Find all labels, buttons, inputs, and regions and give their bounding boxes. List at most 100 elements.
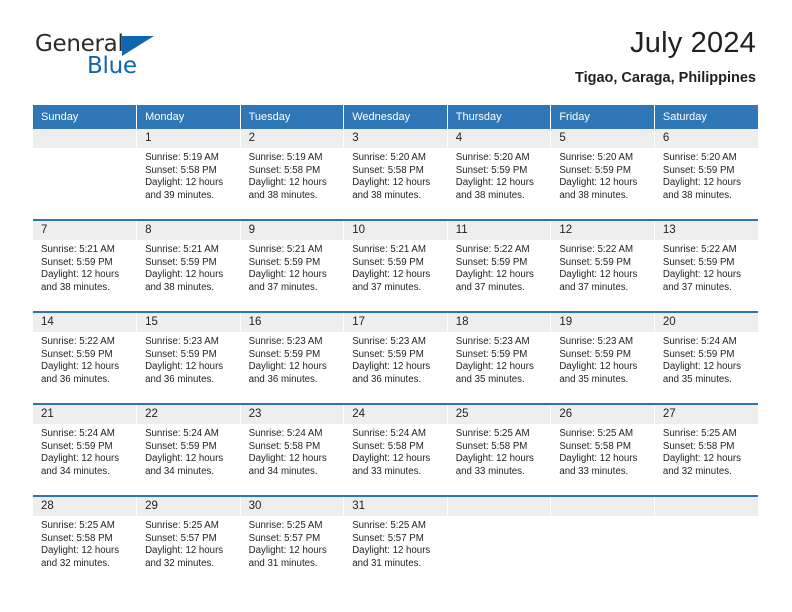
day-daylight-2-text: and 35 minutes. bbox=[662, 373, 732, 385]
day-number: 1 bbox=[137, 129, 240, 148]
calendar-day-cell[interactable]: 13 Sunrise: 5:22 AM Sunset: 5:59 PM Dayligh… bbox=[654, 219, 758, 312]
day-cell-content: 22 Sunrise: 5:24 AM Sunset: 5:59 PM Dayligh… bbox=[137, 405, 240, 495]
calendar-day-cell[interactable]: 3 Sunrise: 5:20 AM Sunset: 5:58 PM Daylight… bbox=[343, 129, 448, 220]
day-cell-content: 21 Sunrise: 5:24 AM Sunset: 5:59 PM Dayligh… bbox=[33, 405, 137, 495]
day-cell-content: 2 Sunrise: 5:19 AM Sunset: 5:58 PM Daylight… bbox=[240, 129, 344, 219]
day-sunset-text: Sunset: 5:59 PM bbox=[455, 348, 528, 360]
calendar-day-cell[interactable]: 8 Sunrise: 5:21 AM Sunset: 5:59 PM Daylight… bbox=[136, 219, 241, 312]
day-sun-info: Sunrise: 5:25 AM Sunset: 5:57 PM Daylight:… bbox=[241, 516, 344, 570]
day-sunrise-text: Sunrise: 5:24 AM bbox=[662, 336, 737, 347]
day-sunrise-text: Sunrise: 5:20 AM bbox=[559, 152, 634, 163]
day-daylight-2-text: and 38 minutes. bbox=[41, 281, 110, 293]
day-daylight-2-text: and 36 minutes. bbox=[145, 373, 214, 385]
day-daylight-1-text: Daylight: 12 hours bbox=[559, 269, 638, 281]
calendar-day-cell[interactable]: 16 Sunrise: 5:23 AM Sunset: 5:59 PM Dayligh… bbox=[240, 311, 345, 404]
day-cell-content: 12 Sunrise: 5:22 AM Sunset: 5:59 PM Dayligh… bbox=[551, 221, 654, 311]
brand-name-blue: Blue bbox=[87, 53, 137, 79]
day-daylight-2-text: and 35 minutes. bbox=[559, 373, 629, 385]
day-number: 21 bbox=[33, 405, 137, 424]
day-sunset-text: Sunset: 5:58 PM bbox=[248, 440, 321, 452]
day-sunrise-text: Sunrise: 5:25 AM bbox=[559, 428, 634, 439]
day-sunset-text: Sunset: 5:59 PM bbox=[352, 348, 424, 360]
day-daylight-2-text: and 35 minutes. bbox=[455, 373, 525, 385]
calendar-day-cell[interactable]: 30 Sunrise: 5:25 AM Sunset: 5:57 PM Dayligh… bbox=[240, 495, 345, 587]
calendar-day-cell[interactable]: 27 Sunrise: 5:25 AM Sunset: 5:58 PM Dayligh… bbox=[654, 403, 758, 496]
day-sunset-text: Sunset: 5:59 PM bbox=[662, 256, 735, 268]
day-sun-info: Sunrise: 5:22 AM Sunset: 5:59 PM Daylight:… bbox=[655, 240, 758, 294]
day-sunset-text: Sunset: 5:59 PM bbox=[662, 348, 735, 360]
day-daylight-2-text: and 39 minutes. bbox=[145, 189, 214, 201]
calendar-day-cell[interactable]: 18 Sunrise: 5:23 AM Sunset: 5:59 PM Dayligh… bbox=[447, 311, 552, 404]
day-sunrise-text: Sunrise: 5:21 AM bbox=[352, 244, 426, 255]
calendar-day-cell[interactable]: 9 Sunrise: 5:21 AM Sunset: 5:59 PM Daylight… bbox=[240, 219, 345, 312]
day-number: 14 bbox=[33, 313, 137, 332]
day-daylight-1-text: Daylight: 12 hours bbox=[41, 453, 120, 465]
day-daylight-2-text: and 38 minutes. bbox=[145, 281, 214, 293]
day-sunset-text: Sunset: 5:59 PM bbox=[145, 256, 217, 268]
calendar-day-cell[interactable]: 20 Sunrise: 5:24 AM Sunset: 5:59 PM Dayligh… bbox=[654, 311, 758, 404]
day-daylight-2-text: and 38 minutes. bbox=[352, 189, 422, 201]
general-blue-logo[interactable]: General Blue bbox=[35, 33, 165, 81]
calendar-day-cell[interactable]: 15 Sunrise: 5:23 AM Sunset: 5:59 PM Dayligh… bbox=[136, 311, 241, 404]
calendar-day-cell[interactable]: 23 Sunrise: 5:24 AM Sunset: 5:58 PM Dayligh… bbox=[240, 403, 345, 496]
day-sun-info: Sunrise: 5:25 AM Sunset: 5:57 PM Daylight:… bbox=[344, 516, 447, 570]
calendar-empty-cell bbox=[33, 129, 138, 220]
calendar-day-cell[interactable]: 12 Sunrise: 5:22 AM Sunset: 5:59 PM Dayligh… bbox=[550, 219, 655, 312]
day-sunset-text: Sunset: 5:58 PM bbox=[145, 164, 217, 176]
calendar-day-cell[interactable]: 31 Sunrise: 5:25 AM Sunset: 5:57 PM Dayligh… bbox=[343, 495, 448, 587]
day-daylight-1-text: Daylight: 12 hours bbox=[352, 269, 431, 281]
calendar-empty-cell bbox=[447, 495, 552, 587]
day-daylight-2-text: and 32 minutes. bbox=[41, 557, 110, 569]
day-daylight-2-text: and 36 minutes. bbox=[248, 373, 318, 385]
day-daylight-1-text: Daylight: 12 hours bbox=[145, 545, 224, 557]
day-number: 13 bbox=[654, 221, 758, 240]
calendar-day-cell[interactable]: 17 Sunrise: 5:23 AM Sunset: 5:59 PM Dayligh… bbox=[343, 311, 448, 404]
calendar-day-cell[interactable]: 26 Sunrise: 5:25 AM Sunset: 5:58 PM Dayligh… bbox=[550, 403, 655, 496]
calendar-day-cell[interactable]: 21 Sunrise: 5:24 AM Sunset: 5:59 PM Dayligh… bbox=[33, 403, 138, 496]
day-sunset-text: Sunset: 5:57 PM bbox=[352, 532, 424, 544]
day-cell-content: 5 Sunrise: 5:20 AM Sunset: 5:59 PM Daylight… bbox=[551, 129, 654, 219]
day-daylight-1-text: Daylight: 12 hours bbox=[662, 453, 741, 465]
day-daylight-1-text: Daylight: 12 hours bbox=[352, 177, 431, 189]
calendar-body: 1 Sunrise: 5:19 AM Sunset: 5:58 PM Daylight… bbox=[33, 129, 758, 587]
day-daylight-2-text: and 38 minutes. bbox=[559, 189, 629, 201]
calendar-day-cell[interactable]: 24 Sunrise: 5:24 AM Sunset: 5:58 PM Dayligh… bbox=[343, 403, 448, 496]
page-title: July 2024 bbox=[630, 27, 756, 59]
day-cell-content: 28 Sunrise: 5:25 AM Sunset: 5:58 PM Dayligh… bbox=[33, 497, 137, 587]
calendar-day-cell[interactable]: 25 Sunrise: 5:25 AM Sunset: 5:58 PM Dayligh… bbox=[447, 403, 552, 496]
calendar-day-cell[interactable]: 7 Sunrise: 5:21 AM Sunset: 5:59 PM Daylight… bbox=[33, 219, 138, 312]
day-cell-content: 9 Sunrise: 5:21 AM Sunset: 5:59 PM Daylight… bbox=[240, 221, 344, 311]
calendar-day-cell[interactable]: 11 Sunrise: 5:22 AM Sunset: 5:59 PM Dayligh… bbox=[447, 219, 552, 312]
calendar-day-cell[interactable]: 14 Sunrise: 5:22 AM Sunset: 5:59 PM Dayligh… bbox=[33, 311, 138, 404]
weekday-header-sunday: Sunday bbox=[33, 105, 138, 129]
day-sunrise-text: Sunrise: 5:23 AM bbox=[559, 336, 634, 347]
calendar-day-cell[interactable]: 22 Sunrise: 5:24 AM Sunset: 5:59 PM Dayligh… bbox=[136, 403, 241, 496]
day-daylight-1-text: Daylight: 12 hours bbox=[41, 545, 120, 557]
day-sunrise-text: Sunrise: 5:22 AM bbox=[41, 336, 115, 347]
day-cell-content: 29 Sunrise: 5:25 AM Sunset: 5:57 PM Dayligh… bbox=[137, 497, 240, 587]
day-sunrise-text: Sunrise: 5:25 AM bbox=[455, 428, 530, 439]
calendar-day-cell[interactable]: 19 Sunrise: 5:23 AM Sunset: 5:59 PM Dayligh… bbox=[550, 311, 655, 404]
day-daylight-2-text: and 38 minutes. bbox=[662, 189, 732, 201]
day-sun-info: Sunrise: 5:23 AM Sunset: 5:59 PM Daylight:… bbox=[448, 332, 551, 386]
day-daylight-1-text: Daylight: 12 hours bbox=[145, 177, 224, 189]
day-sunrise-text: Sunrise: 5:21 AM bbox=[248, 244, 323, 255]
calendar-day-cell[interactable]: 29 Sunrise: 5:25 AM Sunset: 5:57 PM Dayligh… bbox=[136, 495, 241, 587]
calendar-day-cell[interactable]: 6 Sunrise: 5:20 AM Sunset: 5:59 PM Daylight… bbox=[654, 129, 758, 220]
calendar-day-cell[interactable]: 10 Sunrise: 5:21 AM Sunset: 5:59 PM Dayligh… bbox=[343, 219, 448, 312]
day-sunrise-text: Sunrise: 5:23 AM bbox=[248, 336, 323, 347]
calendar-day-cell[interactable]: 1 Sunrise: 5:19 AM Sunset: 5:58 PM Daylight… bbox=[136, 129, 241, 220]
day-cell-content: 26 Sunrise: 5:25 AM Sunset: 5:58 PM Dayligh… bbox=[551, 405, 654, 495]
day-number: 22 bbox=[137, 405, 240, 424]
calendar-day-cell[interactable]: 4 Sunrise: 5:20 AM Sunset: 5:59 PM Daylight… bbox=[447, 129, 552, 220]
weekday-header-friday: Friday bbox=[550, 105, 655, 129]
calendar-week-row: 7 Sunrise: 5:21 AM Sunset: 5:59 PM Daylight… bbox=[33, 219, 758, 312]
day-number: 6 bbox=[654, 129, 758, 148]
calendar-day-cell[interactable]: 28 Sunrise: 5:25 AM Sunset: 5:58 PM Dayligh… bbox=[33, 495, 138, 587]
calendar-day-cell[interactable]: 5 Sunrise: 5:20 AM Sunset: 5:59 PM Daylight… bbox=[550, 129, 655, 220]
day-cell-content: 6 Sunrise: 5:20 AM Sunset: 5:59 PM Daylight… bbox=[654, 129, 758, 219]
day-daylight-2-text: and 31 minutes. bbox=[352, 557, 422, 569]
calendar-empty-cell bbox=[654, 495, 758, 587]
day-sunset-text: Sunset: 5:58 PM bbox=[41, 532, 113, 544]
calendar-day-cell[interactable]: 2 Sunrise: 5:19 AM Sunset: 5:58 PM Daylight… bbox=[240, 129, 345, 220]
